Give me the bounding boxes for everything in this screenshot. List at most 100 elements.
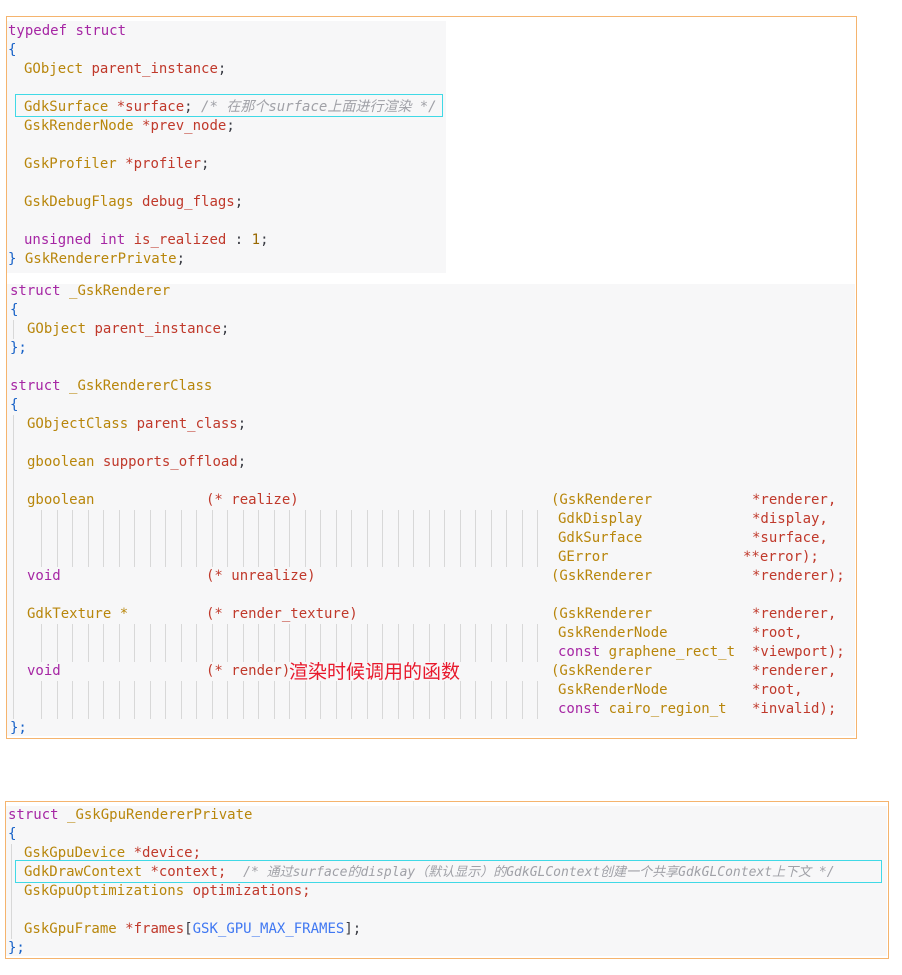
code-field-debug-flags: GskDebugFlags debug_flags; bbox=[24, 194, 244, 210]
indent-guide bbox=[522, 510, 523, 567]
indent-guide bbox=[367, 510, 368, 567]
code-param-type: (GskRenderer bbox=[551, 492, 653, 508]
indent-guide bbox=[336, 681, 337, 719]
code-close-brace: }; bbox=[10, 340, 27, 356]
code-method-return-type: void bbox=[27, 568, 61, 584]
code-method-return-type: GdkTexture * bbox=[27, 606, 129, 622]
indent-guide bbox=[88, 510, 89, 567]
code-open-brace: { bbox=[8, 42, 17, 58]
indent-guide bbox=[13, 415, 14, 719]
indent-guide bbox=[243, 624, 244, 662]
indent-guide bbox=[429, 624, 430, 662]
indent-guide bbox=[305, 681, 306, 719]
code-field-parent-instance: GObject parent_instance; bbox=[27, 321, 230, 337]
indent-guide bbox=[289, 510, 290, 567]
indent-guide bbox=[398, 624, 399, 662]
indent-guide bbox=[398, 681, 399, 719]
code-param-name: *renderer); bbox=[752, 568, 845, 584]
code-param-type: (GskRenderer bbox=[551, 663, 653, 679]
indent-guide bbox=[460, 681, 461, 719]
indent-guide bbox=[398, 510, 399, 567]
indent-guide bbox=[506, 510, 507, 567]
indent-guide bbox=[103, 681, 104, 719]
indent-guide bbox=[41, 510, 42, 567]
indent-guide bbox=[119, 624, 120, 662]
code-open-brace: { bbox=[8, 826, 17, 842]
indent-guide bbox=[336, 624, 337, 662]
code-param-name: *root, bbox=[752, 682, 803, 698]
indent-guide bbox=[351, 681, 352, 719]
code-field-context: GdkDrawContext *context; /* 通过surface的di… bbox=[24, 864, 835, 880]
indent-guide bbox=[491, 510, 492, 567]
code-close-brace: }; bbox=[10, 720, 27, 736]
indent-guide bbox=[11, 844, 12, 939]
indent-guide bbox=[258, 681, 259, 719]
indent-guide bbox=[460, 624, 461, 662]
indent-guide bbox=[444, 681, 445, 719]
indent-guide bbox=[119, 510, 120, 567]
indent-guide bbox=[41, 681, 42, 719]
code-method-unrealize: (* unrealize) bbox=[206, 568, 316, 584]
indent-guide bbox=[227, 681, 228, 719]
code-field-is-realized: unsigned int is_realized : 1; bbox=[24, 232, 269, 248]
code-param-name: *root, bbox=[752, 625, 803, 641]
indent-guide bbox=[413, 624, 414, 662]
code-method-return-type: gboolean bbox=[27, 492, 95, 508]
indent-guide bbox=[150, 624, 151, 662]
indent-guide bbox=[274, 681, 275, 719]
indent-guide bbox=[367, 681, 368, 719]
indent-guide bbox=[475, 624, 476, 662]
indent-guide bbox=[305, 510, 306, 567]
indent-guide bbox=[134, 681, 135, 719]
code-param-type: GdkSurface bbox=[558, 530, 643, 546]
code-method-return-type: void bbox=[27, 663, 61, 679]
code-param-name: **error); bbox=[743, 549, 819, 565]
indent-guide bbox=[522, 681, 523, 719]
indent-guide bbox=[196, 510, 197, 567]
indent-guide bbox=[351, 624, 352, 662]
indent-guide bbox=[444, 624, 445, 662]
indent-guide bbox=[506, 624, 507, 662]
code-param-name: *renderer, bbox=[752, 663, 837, 679]
code-struct-gpu-private: struct _GskGpuRendererPrivate bbox=[8, 807, 253, 823]
code-param-type: const graphene_rect_t bbox=[558, 644, 736, 660]
code-typedef-close: } GskRendererPrivate; bbox=[8, 251, 186, 267]
indent-guide bbox=[289, 624, 290, 662]
indent-guide bbox=[150, 681, 151, 719]
indent-guide bbox=[522, 624, 523, 662]
indent-guide bbox=[491, 681, 492, 719]
indent-guide bbox=[41, 624, 42, 662]
annotation-render-note: 渲染时候调用的函数 bbox=[289, 661, 461, 683]
indent-guide bbox=[57, 624, 58, 662]
indent-guide bbox=[181, 624, 182, 662]
indent-guide bbox=[72, 624, 73, 662]
indent-guide bbox=[413, 510, 414, 567]
code-field-supports-offload: gboolean supports_offload; bbox=[27, 454, 247, 470]
code-param-type: GskRenderNode bbox=[558, 682, 668, 698]
indent-guide bbox=[475, 510, 476, 567]
indent-guide bbox=[150, 510, 151, 567]
indent-guide bbox=[274, 624, 275, 662]
indent-guide bbox=[196, 624, 197, 662]
indent-guide bbox=[320, 510, 321, 567]
code-method-render-texture: (* render_texture) bbox=[206, 606, 358, 622]
indent-guide bbox=[444, 510, 445, 567]
code-param-name: *invalid); bbox=[752, 701, 837, 717]
code-field-surface: GdkSurface *surface; /* 在那个surface上面进行渲染… bbox=[24, 99, 437, 115]
code-struct-renderer: struct _GskRenderer bbox=[10, 283, 171, 299]
code-param-type: GskRenderNode bbox=[558, 625, 668, 641]
indent-guide bbox=[305, 624, 306, 662]
indent-guide bbox=[537, 624, 538, 662]
indent-guide bbox=[88, 681, 89, 719]
indent-guide bbox=[243, 681, 244, 719]
indent-guide bbox=[57, 510, 58, 567]
code-field-frames: GskGpuFrame *frames[GSK_GPU_MAX_FRAMES]; bbox=[24, 921, 362, 937]
indent-guide bbox=[212, 681, 213, 719]
code-param-type: (GskRenderer bbox=[551, 568, 653, 584]
indent-guide bbox=[165, 510, 166, 567]
indent-guide bbox=[382, 510, 383, 567]
indent-guide bbox=[165, 624, 166, 662]
indent-guide bbox=[119, 681, 120, 719]
indent-guide bbox=[196, 681, 197, 719]
indent-guide bbox=[258, 510, 259, 567]
